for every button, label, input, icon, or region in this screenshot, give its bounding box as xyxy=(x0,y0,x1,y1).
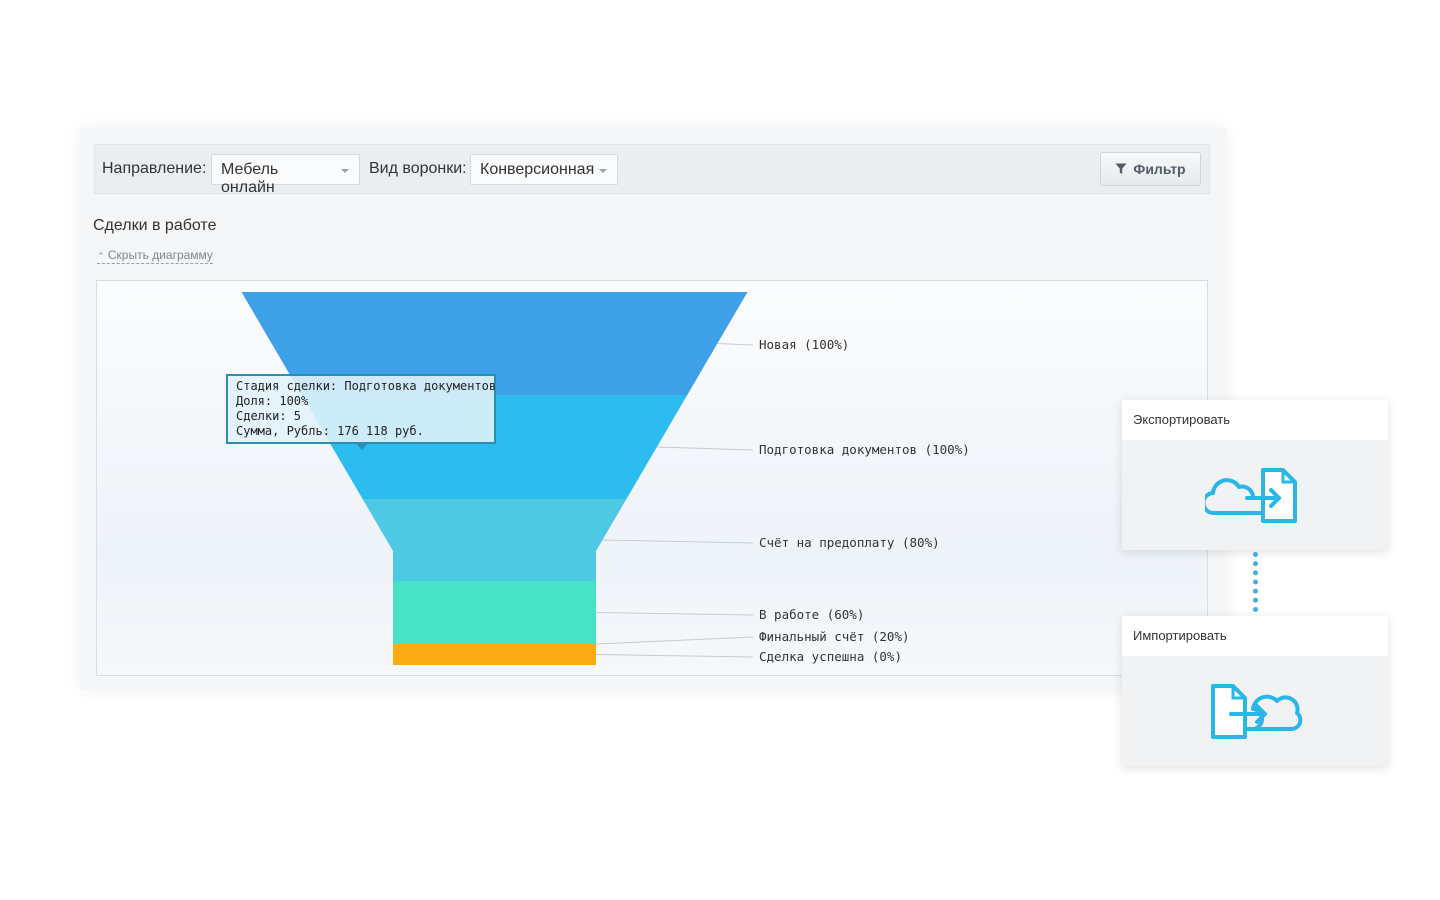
chart-tooltip: Стадия сделки: Подготовка документов Дол… xyxy=(226,374,497,450)
import-card-art xyxy=(1122,656,1388,766)
funnel-type-select[interactable]: Конверсионная xyxy=(470,154,618,185)
funnel-leader-line xyxy=(602,539,754,544)
funnel-leader-line xyxy=(656,446,754,451)
funnel-chart: Новая (100%) Подготовка документов (100%)… xyxy=(241,292,970,665)
funnel-leader-line xyxy=(595,636,754,645)
export-card-title: Экспортировать xyxy=(1133,412,1230,427)
export-card-art xyxy=(1122,440,1388,550)
filter-button-label: Фильтр xyxy=(1133,161,1186,177)
funnel-filter-icon xyxy=(1115,163,1127,174)
funnel-segment[interactable] xyxy=(362,499,627,581)
funnel-stage-label: Счёт на предоплату (80%) xyxy=(759,535,940,550)
tooltip-deals: Сделки: 5 xyxy=(236,409,302,423)
direction-select-value: Мебель онлайн xyxy=(221,161,279,196)
hide-chart-link[interactable]: ⌃ Скрыть диаграмму xyxy=(97,248,213,264)
filter-button[interactable]: Фильтр xyxy=(1100,152,1201,186)
import-card-title: Импортировать xyxy=(1133,628,1227,643)
funnel-segment[interactable] xyxy=(393,581,596,644)
tooltip-stage: Стадия сделки: Подготовка документов xyxy=(236,379,497,393)
collapse-arrow-icon: ⌃ xyxy=(97,251,105,261)
dotted-connector xyxy=(1253,552,1258,612)
chevron-down-icon xyxy=(341,169,349,173)
cloud-export-icon xyxy=(1205,468,1297,523)
funnel-stage-label: Новая (100%) xyxy=(759,337,849,352)
funnel-stage-label: Сделка успешна (0%) xyxy=(759,649,902,664)
funnel-leader-line xyxy=(595,612,754,616)
funnel-stage-label: Подготовка документов (100%) xyxy=(759,442,970,457)
funnel-leader-line xyxy=(595,654,754,658)
section-title: Сделки в работе xyxy=(93,217,217,234)
import-card[interactable]: Импортировать xyxy=(1122,616,1388,766)
cloud-import-icon xyxy=(1211,684,1303,739)
funnel-stage-label: Финальный счёт (20%) xyxy=(759,629,910,644)
direction-label: Направление: xyxy=(102,160,207,177)
funnel-type-select-value: Конверсионная xyxy=(480,161,595,178)
tooltip-sum: Сумма, Рубль: 176 118 руб. xyxy=(236,424,424,438)
export-card[interactable]: Экспортировать xyxy=(1122,400,1388,550)
funnel-type-label: Вид воронки: xyxy=(369,160,467,177)
direction-select[interactable]: Мебель онлайн xyxy=(211,154,360,196)
filter-toolbar: Направление: Мебель онлайн Вид воронки: … xyxy=(94,144,1210,196)
funnel-leader-line xyxy=(717,343,754,346)
hide-chart-label: Скрыть диаграмму xyxy=(107,248,213,262)
funnel-stage-label: В работе (60%) xyxy=(759,607,864,622)
chevron-down-icon xyxy=(599,169,607,173)
funnel-segment[interactable] xyxy=(393,644,596,665)
tooltip-share: Доля: 100% xyxy=(236,394,309,408)
